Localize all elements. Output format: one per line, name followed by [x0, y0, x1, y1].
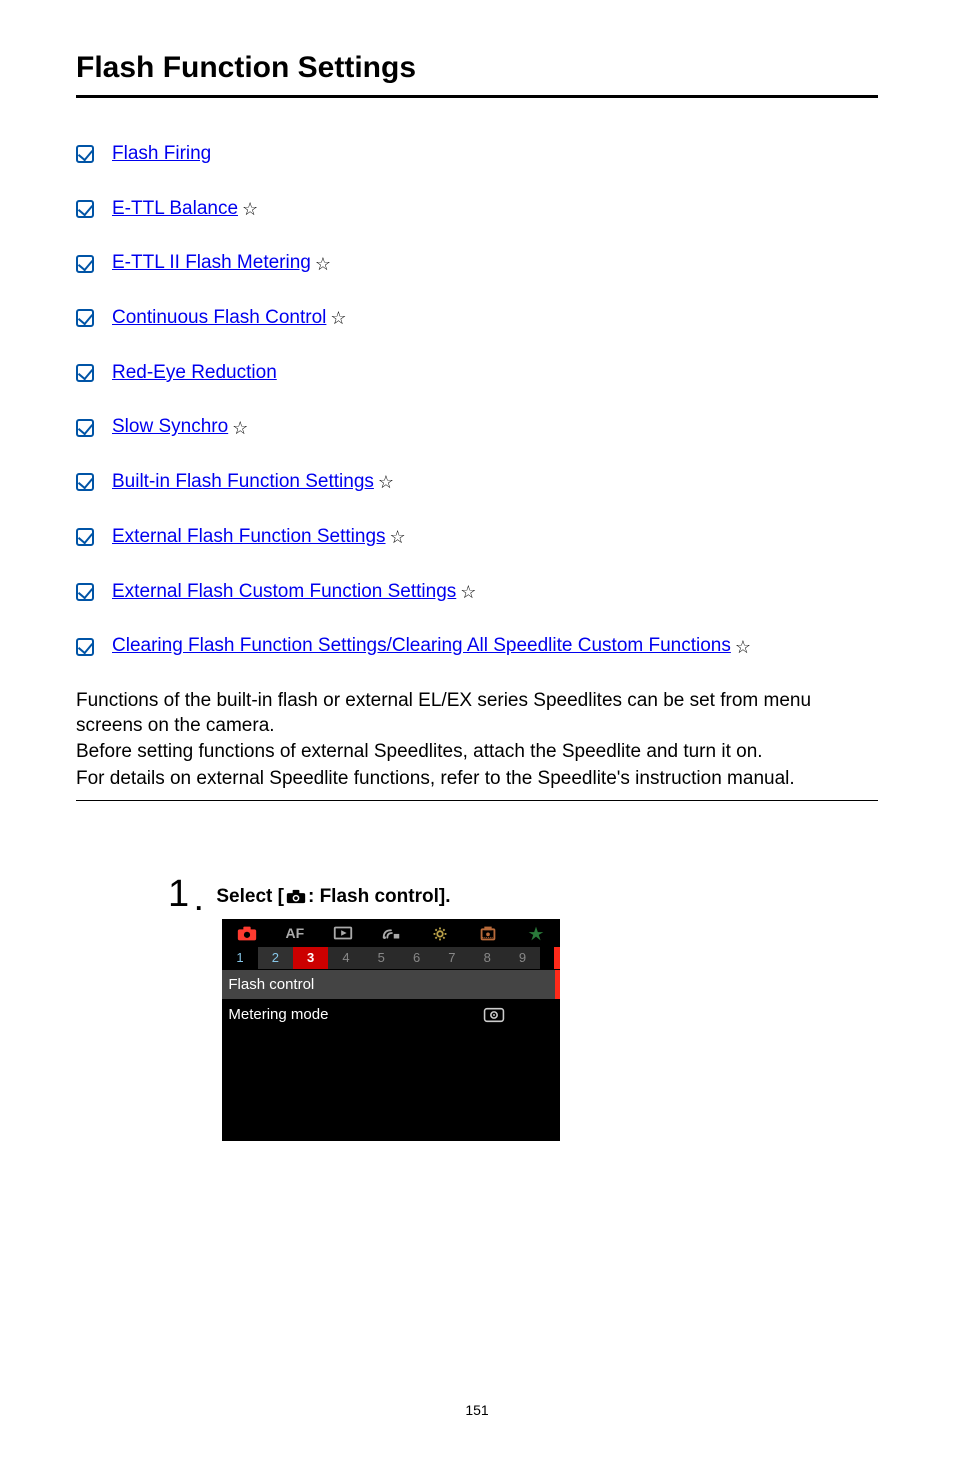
star-icon: ☆	[390, 528, 406, 546]
step-1: 1 . Select [ : Flash control]. AF	[168, 873, 878, 1142]
check-icon	[76, 473, 94, 491]
step-title-suffix: : Flash control].	[308, 885, 451, 910]
toc-link[interactable]: External Flash Custom Function Settings	[112, 580, 456, 605]
toc-item: Built-in Flash Function Settings☆	[76, 470, 878, 495]
toc-link[interactable]: Red-Eye Reduction	[112, 361, 277, 386]
star-icon: ☆	[460, 583, 476, 601]
body-paragraph-3: For details on external Speedlite functi…	[76, 767, 878, 792]
menu-row-flash-control[interactable]: Flash control	[222, 969, 560, 999]
step-title-prefix: Select [	[216, 885, 284, 910]
subtab-6[interactable]: 6	[399, 947, 434, 969]
step-number: 1	[168, 875, 189, 913]
toc-link[interactable]: E-TTL II Flash Metering	[112, 251, 311, 276]
toc-item: E-TTL II Flash Metering☆	[76, 251, 878, 276]
subtab-2[interactable]: 2	[258, 947, 293, 969]
step-title: Select [ : Flash control].	[216, 885, 878, 910]
menu-sub-tabs: 123456789	[222, 947, 560, 969]
toc-link[interactable]: External Flash Function Settings	[112, 525, 386, 550]
tab-af[interactable]: AF	[271, 919, 319, 947]
subtab-8[interactable]: 8	[470, 947, 505, 969]
body-paragraph-1: Functions of the built-in flash or exter…	[76, 689, 878, 738]
tab-setup[interactable]	[416, 919, 464, 947]
check-icon	[76, 364, 94, 382]
tab-playback[interactable]	[319, 919, 367, 947]
toc-item: E-TTL Balance☆	[76, 197, 878, 222]
separator	[76, 800, 878, 801]
toc-item: Flash Firing	[76, 142, 878, 167]
check-icon	[76, 419, 94, 437]
toc-link[interactable]: Built-in Flash Function Settings	[112, 470, 374, 495]
tab-mymenu[interactable]	[512, 919, 560, 947]
menu-row-label: Flash control	[228, 975, 554, 995]
toc-link[interactable]: Continuous Flash Control	[112, 306, 326, 331]
toc-item: Clearing Flash Function Settings/Clearin…	[76, 634, 878, 659]
check-icon	[76, 145, 94, 163]
toc-link[interactable]: Clearing Flash Function Settings/Clearin…	[112, 634, 731, 659]
toc-item: Slow Synchro☆	[76, 415, 878, 440]
star-icon: ☆	[330, 309, 346, 327]
check-icon	[76, 638, 94, 656]
toc-item: Red-Eye Reduction	[76, 361, 878, 386]
camera-menu-screenshot: AF 123456789 F	[222, 919, 560, 1141]
tab-wireless[interactable]	[367, 919, 415, 947]
toc-link-list: Flash FiringE-TTL Balance☆E-TTL II Flash…	[76, 142, 878, 659]
subtab-9[interactable]: 9	[505, 947, 540, 969]
check-icon	[76, 255, 94, 273]
check-icon	[76, 200, 94, 218]
toc-link[interactable]: Flash Firing	[112, 142, 211, 167]
step-dot: .	[195, 885, 202, 919]
toc-item: Continuous Flash Control☆	[76, 306, 878, 331]
subtab-5[interactable]: 5	[364, 947, 399, 969]
body-paragraph-2: Before setting functions of external Spe…	[76, 740, 878, 765]
subtab-red-indicator	[554, 947, 560, 969]
star-icon: ☆	[378, 473, 394, 491]
menu-row-metering-mode[interactable]: Metering mode	[222, 999, 560, 1029]
tab-custom[interactable]	[464, 919, 512, 947]
star-icon: ☆	[232, 419, 248, 437]
metering-mode-icon	[434, 1007, 554, 1023]
check-icon	[76, 528, 94, 546]
toc-item: External Flash Function Settings☆	[76, 525, 878, 550]
page-title: Flash Function Settings	[76, 48, 878, 87]
star-icon: ☆	[242, 200, 258, 218]
subtab-4[interactable]: 4	[328, 947, 363, 969]
subtab-3[interactable]: 3	[293, 947, 328, 969]
page-number: 151	[76, 1401, 878, 1419]
toc-link[interactable]: E-TTL Balance	[112, 197, 238, 222]
camera-icon	[286, 885, 306, 910]
subtab-7[interactable]: 7	[434, 947, 469, 969]
tab-shoot[interactable]	[222, 919, 270, 947]
toc-link[interactable]: Slow Synchro	[112, 415, 228, 440]
star-icon: ☆	[315, 255, 331, 273]
menu-rows: Flash control Metering mode	[222, 969, 560, 1141]
check-icon	[76, 309, 94, 327]
star-icon: ☆	[735, 638, 751, 656]
subtab-spacer	[540, 947, 554, 969]
subtab-1[interactable]: 1	[222, 947, 257, 969]
menu-top-tabs: AF	[222, 919, 560, 947]
toc-item: External Flash Custom Function Settings☆	[76, 580, 878, 605]
menu-row-label: Metering mode	[228, 1005, 434, 1025]
check-icon	[76, 583, 94, 601]
